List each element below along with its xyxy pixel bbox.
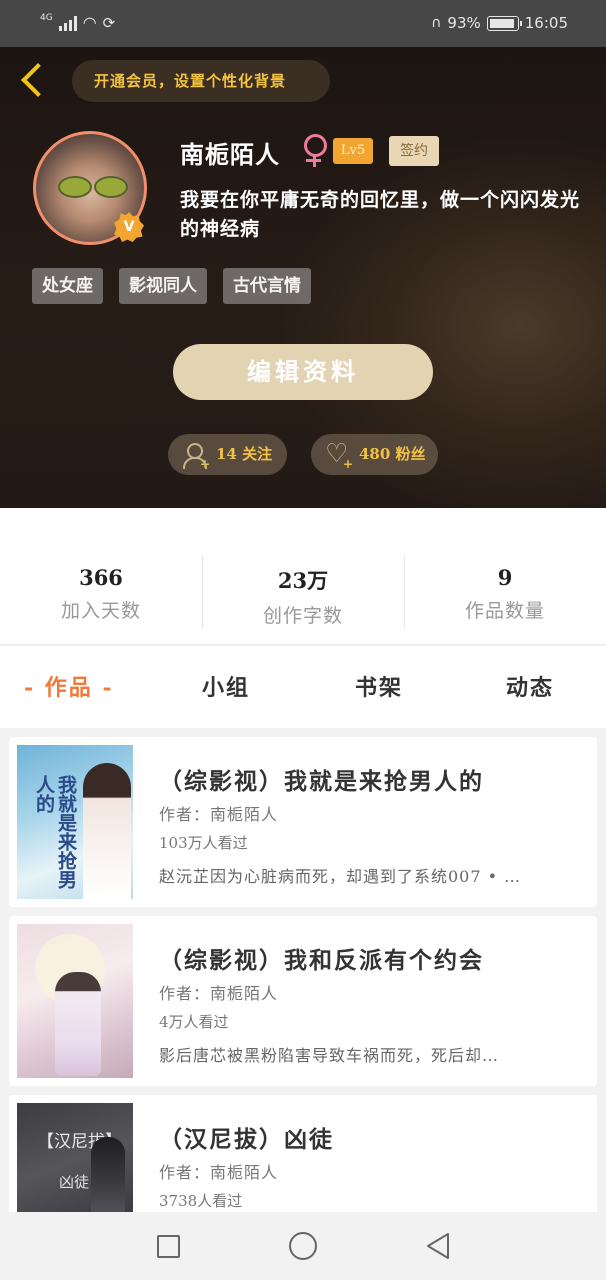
status-right: ∩ 93% 16:05	[431, 14, 568, 32]
book-title: （综影视）我就是来抢男人的	[159, 768, 484, 795]
network-type: 4G	[40, 12, 53, 23]
system-nav-bar	[0, 1212, 606, 1280]
stat-value: 9	[497, 565, 513, 590]
book-card[interactable]: 我就是来抢男人的 （综影视）我就是来抢男人的 作者：南栀陌人 103万人看过 赵…	[9, 737, 597, 907]
female-gender-icon-cross	[306, 159, 321, 162]
book-cover: 【汉尼拔】 凶徒	[17, 1103, 133, 1212]
home-icon[interactable]	[289, 1232, 317, 1260]
following-count: 14 关注	[216, 445, 273, 463]
book-author: 作者：南栀陌人	[159, 805, 279, 824]
clock: 16:05	[524, 14, 568, 32]
book-title: （综影视）我和反派有个约会	[159, 947, 484, 974]
book-views: 3738人看过	[159, 1192, 243, 1210]
status-left: 4G ◠ ⟳	[40, 12, 116, 33]
book-views: 4万人看过	[159, 1013, 229, 1031]
cover-figure	[55, 972, 101, 1076]
avatar-detail	[94, 176, 128, 198]
profile-tags: 处女座 影视同人 古代言情	[32, 268, 311, 304]
wifi-icon: ◠	[82, 13, 97, 32]
signal-icon	[58, 15, 77, 31]
tab-works[interactable]: - 作品 -	[24, 670, 114, 702]
cover-figure	[83, 763, 131, 899]
tab-groups[interactable]: 小组	[202, 670, 250, 702]
profile-header: 开通会员，设置个性化背景 V 南栀陌人 Lv5 签约 我要在你平庸无奇的回忆里，…	[0, 47, 606, 508]
book-cover: 我就是来抢男人的	[17, 745, 133, 899]
battery-icon	[486, 15, 522, 31]
tab-activity[interactable]: 动态	[506, 670, 554, 702]
vip-background-prompt[interactable]: 开通会员，设置个性化背景	[72, 60, 330, 102]
book-summary: 赵沅芷因为心脏病而死，却遇到了系统007 • …	[159, 867, 522, 886]
cover-title: 我就是来抢男人的	[33, 775, 77, 889]
add-person-icon: +	[182, 442, 210, 470]
book-views: 103万人看过	[159, 834, 248, 852]
cover-subtitle: 凶徒	[59, 1173, 90, 1191]
avatar-detail	[58, 176, 92, 198]
stat-works-count: 9 作品数量	[404, 508, 606, 644]
sync-icon: ⟳	[102, 13, 116, 32]
stats-row: 366 加入天数 23万 创作字数 9 作品数量	[0, 508, 606, 645]
cover-figure	[91, 1137, 125, 1212]
book-title: （汉尼拔）凶徒	[159, 1126, 334, 1153]
user-bio: 我要在你平庸无奇的回忆里，做一个闪闪发光的神经病	[180, 189, 581, 240]
book-author: 作者：南栀陌人	[159, 1163, 279, 1182]
status-bar: 4G ◠ ⟳ ∩ 93% 16:05	[0, 0, 606, 47]
tag-genre-fanfic: 影视同人	[119, 268, 207, 304]
headphones-icon: ∩	[431, 15, 442, 31]
book-card[interactable]: （综影视）我和反派有个约会 作者：南栀陌人 4万人看过 影后唐芯被黑粉陷害导致车…	[9, 916, 597, 1086]
signed-author-badge: 签约	[389, 136, 439, 166]
book-card[interactable]: 【汉尼拔】 凶徒 （汉尼拔）凶徒 作者：南栀陌人 3738人看过	[9, 1095, 597, 1212]
fans-button[interactable]: + 480 粉丝	[311, 434, 438, 475]
tag-genre-romance: 古代言情	[223, 268, 311, 304]
battery-percent: 93%	[447, 14, 481, 32]
heart-icon: +	[325, 434, 353, 475]
username: 南栀陌人	[180, 140, 280, 169]
recent-apps-icon[interactable]	[157, 1235, 180, 1258]
tab-bar: - 作品 - 小组 书架 动态	[0, 646, 606, 728]
stat-value: 23万	[277, 568, 329, 593]
female-gender-icon	[303, 133, 327, 169]
edit-profile-button[interactable]: 编辑资料	[173, 344, 433, 400]
nav-back-icon[interactable]	[425, 1232, 451, 1260]
book-author: 作者：南栀陌人	[159, 984, 279, 1003]
tag-zodiac: 处女座	[32, 268, 103, 304]
stat-value: 366	[79, 565, 123, 590]
back-arrow-icon[interactable]	[16, 61, 50, 99]
following-button[interactable]: + 14 关注	[168, 434, 287, 475]
fans-count: 480 粉丝	[359, 445, 426, 463]
works-list: 我就是来抢男人的 （综影视）我就是来抢男人的 作者：南栀陌人 103万人看过 赵…	[0, 728, 606, 1212]
stat-label: 创作字数	[262, 605, 343, 627]
stat-days-joined: 366 加入天数	[0, 508, 202, 644]
stat-label: 作品数量	[464, 600, 545, 622]
book-summary: 影后唐芯被黑粉陷害导致车祸而死，死后却…	[159, 1046, 500, 1065]
level-badge: Lv5	[333, 138, 373, 164]
stat-label: 加入天数	[60, 600, 141, 622]
tab-bookshelf[interactable]: 书架	[355, 670, 403, 702]
stat-words-written: 23万 创作字数	[202, 508, 404, 644]
book-cover	[17, 924, 133, 1078]
